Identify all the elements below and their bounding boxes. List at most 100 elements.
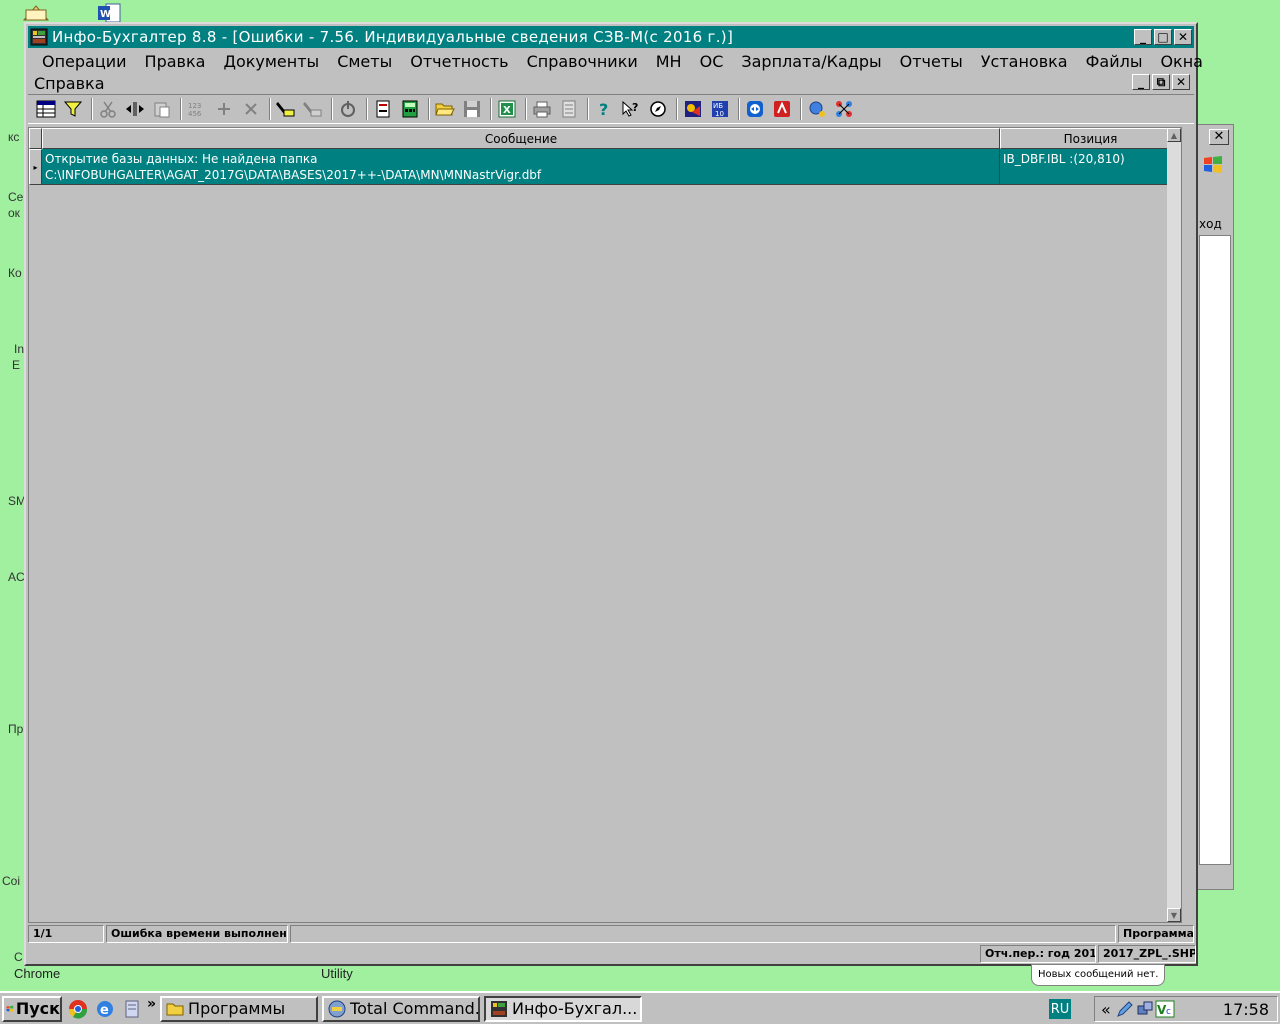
notification-balloon[interactable]: Новых сообщений нет. — [1031, 964, 1165, 986]
vertical-scrollbar[interactable]: ▲ ▼ — [1167, 128, 1181, 922]
window-title: Инфо-Бухгалтер 8.8 - [Ошибки - 7.56. Инд… — [52, 28, 734, 46]
scissors-icon — [100, 101, 116, 118]
scroll-up-arrow-icon[interactable]: ▲ — [1167, 128, 1181, 142]
quicklaunch-more[interactable]: » — [147, 996, 156, 1012]
web-button[interactable] — [805, 97, 829, 121]
column-header-message[interactable]: Сообщение — [42, 128, 1000, 149]
row-message-cell[interactable]: Открытие базы данных: Не найдена папка C… — [42, 149, 1000, 185]
menu-payroll[interactable]: Зарплата/Кадры — [741, 52, 881, 71]
row-position-cell[interactable]: IB_DBF.IBL :(20,810) — [1000, 149, 1181, 185]
menu-os[interactable]: ОС — [700, 52, 724, 71]
language-indicator[interactable]: RU — [1049, 999, 1071, 1019]
anydesk-button[interactable] — [770, 97, 794, 121]
menu-operations[interactable]: Операции — [42, 52, 127, 71]
ib10-button[interactable]: ИБ 10 — [708, 97, 732, 121]
errors-grid[interactable]: Сообщение Позиция ▸ Открытие базы данных… — [28, 127, 1182, 923]
info-buh-app-icon[interactable] — [30, 28, 48, 46]
menu-directories[interactable]: Справочники — [527, 52, 638, 71]
main-window[interactable]: Инфо-Бухгалтер 8.8 - [Ошибки - 7.56. Инд… — [24, 22, 1203, 966]
question-icon: ? — [599, 100, 608, 118]
toolbar-separator — [490, 98, 492, 120]
desktop-quicklaunch[interactable] — [121, 998, 143, 1020]
close-button[interactable]: ✕ — [1174, 29, 1192, 45]
task-label: Total Command... — [350, 999, 481, 1018]
desktop-label-utility[interactable]: Utility — [321, 966, 353, 981]
task-info-buh[interactable]: Инфо-Бухгал... — [484, 995, 643, 1022]
ie-quicklaunch[interactable]: e — [94, 998, 116, 1020]
title-bar[interactable]: Инфо-Бухгалтер 8.8 - [Ошибки - 7.56. Инд… — [28, 26, 1194, 48]
power-button[interactable] — [336, 97, 360, 121]
desktop-fragment: In — [14, 342, 25, 356]
calculator-button[interactable] — [398, 97, 422, 121]
menu-reporting[interactable]: Отчетность — [410, 52, 508, 71]
toolbar-separator — [180, 98, 182, 120]
column-header-position[interactable]: Позиция — [1000, 128, 1181, 149]
menu-mn[interactable]: МН — [656, 52, 682, 71]
tray-more[interactable]: « — [1101, 1000, 1111, 1019]
print-preview-button[interactable] — [557, 97, 581, 121]
background-window[interactable]: ✕ ход — [1194, 124, 1234, 890]
desktop-fragment: Ко — [8, 266, 22, 280]
chrome-quicklaunch[interactable] — [67, 998, 89, 1020]
minimize-button[interactable]: _ — [1134, 29, 1152, 45]
windows-flag-icon — [6, 1005, 14, 1012]
tray-vnc-icon[interactable]: Vc — [1155, 999, 1175, 1019]
svg-text:?: ? — [632, 101, 638, 114]
task-total-commander[interactable]: Total Command... — [322, 995, 481, 1022]
sort-button[interactable]: 123 456 — [185, 97, 209, 121]
maximize-button[interactable]: □ — [1154, 29, 1172, 45]
excel-button[interactable]: X — [495, 97, 519, 121]
tray-network-icon[interactable] — [1135, 999, 1155, 1019]
menu-settings[interactable]: Установка — [981, 52, 1068, 71]
power-icon — [341, 101, 355, 117]
menu-reports[interactable]: Отчеты — [900, 52, 963, 71]
mdi-minimize-button[interactable]: _ — [1132, 74, 1150, 90]
network-button[interactable] — [832, 97, 856, 121]
cut-button[interactable] — [96, 97, 120, 121]
print-button[interactable] — [530, 97, 554, 121]
menu-documents[interactable]: Документы — [223, 52, 319, 71]
menu-help[interactable]: Справка — [34, 74, 105, 93]
navigator-button[interactable] — [646, 97, 670, 121]
scroll-down-arrow-icon[interactable]: ▼ — [1167, 908, 1181, 922]
open-button[interactable] — [433, 97, 457, 121]
save-button[interactable] — [460, 97, 484, 121]
task-programs[interactable]: Программы — [160, 995, 319, 1022]
status-file: 2017_ZPL_.SHP — [1098, 945, 1196, 963]
mark-button[interactable] — [274, 97, 298, 121]
menu-windows[interactable]: Окна — [1160, 52, 1203, 71]
desktop-envelope-icon[interactable] — [22, 0, 50, 22]
svg-text:X: X — [503, 105, 511, 116]
svg-text:123: 123 — [188, 102, 201, 110]
paste-button[interactable] — [150, 97, 174, 121]
add-button[interactable] — [212, 97, 236, 121]
start-button[interactable]: Пуск — [2, 995, 62, 1022]
table-row[interactable]: ▸ Открытие базы данных: Не найдена папка… — [29, 149, 1181, 185]
toolbar-separator — [366, 98, 368, 120]
desktop-word-icon[interactable]: W — [96, 2, 124, 24]
mdi-close-button[interactable]: ✕ — [1172, 74, 1190, 90]
menu-estimates[interactable]: Сметы — [337, 52, 392, 71]
tray-pen-icon[interactable] — [1115, 999, 1135, 1019]
teamviewer-button[interactable] — [743, 97, 767, 121]
svg-text:c: c — [1166, 1007, 1171, 1017]
status-error-type: Ошибка времени выполнения — [106, 925, 288, 943]
help-button[interactable]: ? — [592, 97, 616, 121]
red-app-icon — [774, 101, 790, 117]
film-button[interactable] — [681, 97, 705, 121]
menu-files[interactable]: Файлы — [1086, 52, 1143, 71]
calculator-icon — [402, 100, 418, 118]
document-button[interactable] — [371, 97, 395, 121]
mdi-restore-button[interactable]: ⧉ — [1152, 74, 1170, 90]
table-view-button[interactable] — [34, 97, 58, 121]
desktop-fragment: кс — [8, 130, 20, 144]
unmark-button[interactable] — [301, 97, 325, 121]
clock[interactable]: 17:58 — [1223, 1000, 1269, 1019]
background-window-close-button[interactable]: ✕ — [1209, 129, 1229, 145]
menu-edit[interactable]: Правка — [145, 52, 206, 71]
context-help-button[interactable]: ? — [619, 97, 643, 121]
delete-button[interactable] — [239, 97, 263, 121]
filter-button[interactable] — [61, 97, 85, 121]
move-button[interactable] — [123, 97, 147, 121]
desktop-label-chrome[interactable]: Chrome — [14, 966, 60, 981]
